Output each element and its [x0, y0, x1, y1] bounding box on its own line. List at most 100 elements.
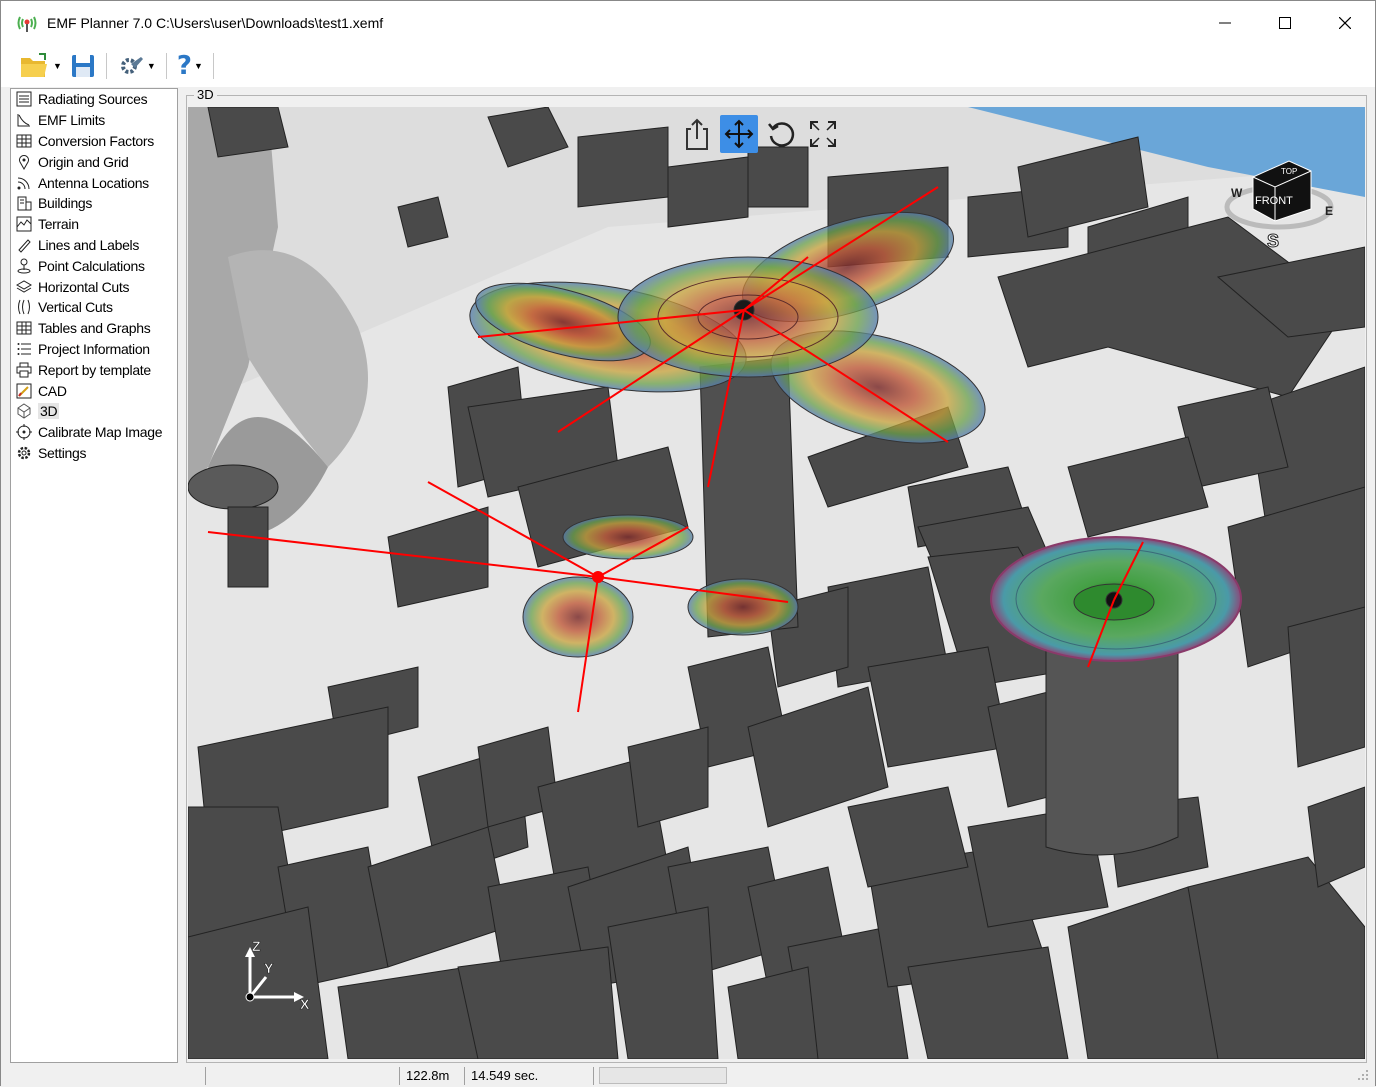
sidebar-item-label: Conversion Factors: [38, 132, 154, 149]
status-divider: [464, 1067, 465, 1085]
3d-viewport[interactable]: TOP FRONT W E S Z Y X: [188, 107, 1365, 1059]
layers-icon: [15, 278, 33, 296]
rotunda-building: [227, 506, 269, 588]
fullscreen-button[interactable]: [804, 115, 842, 153]
sidebar-item-emf-limits[interactable]: EMF Limits: [11, 110, 177, 131]
tools-button[interactable]: ▼: [113, 49, 160, 83]
sidebar-item-label: Vertical Cuts: [38, 299, 113, 316]
axes-gizmo: Z Y X: [238, 937, 318, 1017]
status-time: 14.549 sec.: [471, 1068, 539, 1083]
sidebar-item-cad[interactable]: CAD: [11, 380, 177, 401]
status-divider: [593, 1067, 594, 1085]
status-progress-bar: [599, 1067, 727, 1084]
sidebar-item-label: Calibrate Map Image: [38, 424, 163, 441]
compass-east-label: E: [1325, 204, 1333, 218]
window-title: EMF Planner 7.0 C:\Users\user\Downloads\…: [47, 15, 384, 31]
sidebar-item-buildings[interactable]: Buildings: [11, 193, 177, 214]
sidebar-item-conversion-factors[interactable]: Conversion Factors: [11, 131, 177, 152]
open-folder-icon: [21, 53, 47, 77]
sidebar-item-label: Terrain: [38, 216, 79, 233]
sidebar-item-label: 3D: [38, 403, 60, 420]
view-toolbar: [678, 115, 842, 153]
terrain-icon: [15, 215, 33, 233]
sidebar-item-point-calculations[interactable]: Point Calculations: [11, 255, 177, 276]
cad-icon: [15, 382, 33, 400]
3d-scene[interactable]: [188, 107, 1365, 1059]
sidebar-item-label: Radiating Sources: [38, 91, 148, 108]
pencil-icon: [15, 236, 33, 254]
save-icon: [71, 55, 94, 77]
navcube-top-label: TOP: [1281, 167, 1297, 176]
sidebar-item-label: CAD: [38, 382, 67, 399]
sidebar-item-calibrate-map-image[interactable]: Calibrate Map Image: [11, 422, 177, 443]
maximize-button[interactable]: [1255, 1, 1315, 45]
toolbar-separator: [105, 53, 107, 79]
status-divider: [205, 1067, 206, 1085]
sidebar-item-vertical-cuts[interactable]: Vertical Cuts: [11, 297, 177, 318]
sidebar-item-label: Horizontal Cuts: [38, 278, 130, 295]
export-view-button[interactable]: [678, 115, 716, 153]
sidebar-item-label: EMF Limits: [38, 112, 106, 129]
sidebar-item-horizontal-cuts[interactable]: Horizontal Cuts: [11, 276, 177, 297]
building-icon: [15, 194, 33, 212]
save-button[interactable]: [66, 49, 100, 83]
sidebar-item-antenna-locations[interactable]: Antenna Locations: [11, 172, 177, 193]
person-pin-icon: [15, 257, 33, 275]
title-bar: EMF Planner 7.0 C:\Users\user\Downloads\…: [1, 1, 1375, 45]
toolbar-separator: [212, 53, 214, 79]
navigation-cube[interactable]: TOP FRONT W E S: [1211, 147, 1341, 257]
pan-button[interactable]: [720, 115, 758, 153]
antenna-site-marker: [592, 571, 604, 583]
vertical-cuts-icon: [15, 298, 33, 316]
status-divider: [399, 1067, 400, 1085]
minimize-icon: [1219, 22, 1231, 24]
axis-z-label: Z: [252, 938, 261, 954]
resize-grip-icon[interactable]: [1357, 1069, 1369, 1081]
sidebar-item-radiating-sources[interactable]: Radiating Sources: [11, 89, 177, 110]
minimize-button[interactable]: [1195, 1, 1255, 45]
sidebar-item-label: Report by template: [38, 361, 151, 378]
tools-icon: [120, 57, 143, 74]
axis-x-label: X: [300, 996, 310, 1012]
printer-icon: [15, 361, 33, 379]
maximize-icon: [1279, 17, 1291, 29]
grid-table-icon: [15, 132, 33, 150]
sidebar-item-lines-and-labels[interactable]: Lines and Labels: [11, 235, 177, 256]
info-list-icon: [15, 340, 33, 358]
fullscreen-icon: [810, 121, 836, 147]
sidebar-item-label: Tables and Graphs: [38, 320, 151, 337]
sidebar-item-report-by-template[interactable]: Report by template: [11, 359, 177, 380]
sidebar-item-origin-and-grid[interactable]: Origin and Grid: [11, 151, 177, 172]
compass-south-label: S: [1267, 231, 1279, 251]
pin-icon: [15, 153, 33, 171]
rotunda-building: [188, 464, 279, 510]
sidebar-item-label: Point Calculations: [38, 257, 145, 274]
sidebar-item-label: Origin and Grid: [38, 153, 129, 170]
sidebar-nav: Radiating Sources EMF Limits Conversion …: [10, 88, 178, 1063]
sidebar-item-project-information[interactable]: Project Information: [11, 339, 177, 360]
dropdown-arrow-icon: ▼: [53, 61, 62, 71]
sidebar-item-tables-and-graphs[interactable]: Tables and Graphs: [11, 318, 177, 339]
navcube-front-label: FRONT: [1255, 195, 1293, 207]
table-icon: [15, 319, 33, 337]
tower-building: [1045, 646, 1179, 856]
rotate-icon: [768, 122, 795, 147]
limits-icon: [15, 111, 33, 129]
sidebar-item-label: Antenna Locations: [38, 174, 149, 191]
toolbar-separator: [165, 53, 167, 79]
open-button[interactable]: ▼: [15, 49, 66, 83]
sidebar-item-terrain[interactable]: Terrain: [11, 214, 177, 235]
close-button[interactable]: [1315, 1, 1375, 45]
sidebar-item-settings[interactable]: Settings: [11, 443, 177, 464]
list-icon: [15, 90, 33, 108]
rotate-button[interactable]: [762, 115, 800, 153]
sidebar-item-3d[interactable]: 3D: [11, 401, 177, 422]
dropdown-arrow-icon: ▼: [193, 61, 203, 71]
axis-y-label: Y: [264, 960, 274, 976]
help-button[interactable]: ? ▼: [173, 49, 207, 83]
3d-icon: [15, 402, 33, 420]
sidebar-item-label: Project Information: [38, 340, 150, 357]
sidebar-item-label: Settings: [38, 444, 87, 461]
help-icon: ?: [176, 51, 192, 81]
view-title: 3D: [194, 87, 217, 102]
